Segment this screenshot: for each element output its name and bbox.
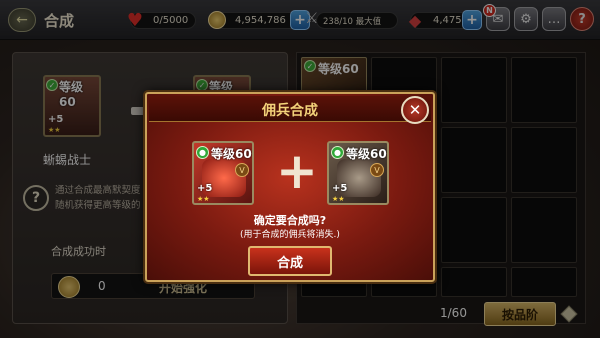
card-plus: +5	[332, 183, 348, 194]
merge-card-right: ● 等级60 V +5 ★★	[327, 141, 389, 205]
card-level: 等级60	[211, 147, 252, 161]
dialog-title-bar: 佣兵合成	[149, 96, 431, 122]
confirm-question: 确定要合成吗?	[253, 214, 327, 227]
merge-button[interactable]: 合成	[248, 246, 332, 276]
close-icon: ✕	[408, 101, 422, 119]
rank-icon: V	[370, 163, 384, 177]
confirm-note: (用于合成的佣兵将消失.)	[240, 230, 340, 240]
card-stars: ★★	[197, 195, 210, 203]
merge-dialog: 佣兵合成 ✕ ● 等级60 V +5 ★★ + ● 等级60 V +5 ★★ 确…	[145, 92, 435, 282]
dialog-title: 佣兵合成	[262, 103, 318, 119]
class-icon: ●	[196, 146, 209, 159]
plus-sign: +	[276, 142, 318, 200]
close-button[interactable]: ✕	[401, 96, 429, 124]
class-icon: ●	[331, 146, 344, 159]
card-stars: ★★	[332, 195, 345, 203]
card-level: 等级60	[346, 147, 387, 161]
card-plus: +5	[197, 183, 213, 194]
rank-icon: V	[235, 163, 249, 177]
merge-card-left: ● 等级60 V +5 ★★	[192, 141, 254, 205]
